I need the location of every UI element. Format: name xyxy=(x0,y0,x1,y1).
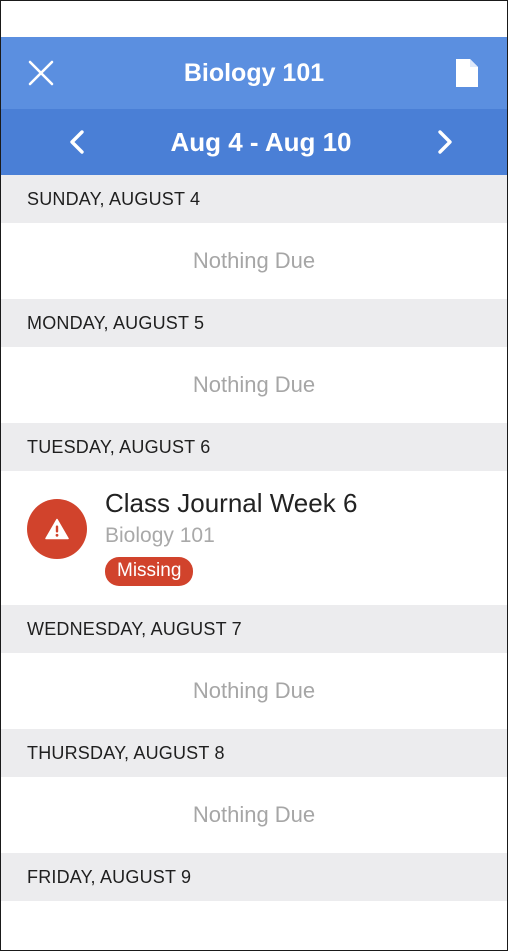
missing-alert-badge xyxy=(27,499,87,559)
day-header-tuesday: TUESDAY, AUGUST 6 xyxy=(1,423,507,471)
assignment-course: Biology 101 xyxy=(105,524,215,547)
day-header-wednesday: WEDNESDAY, AUGUST 7 xyxy=(1,605,507,653)
day-header-thursday: THURSDAY, AUGUST 8 xyxy=(1,729,507,777)
day-header-sunday: SUNDAY, AUGUST 4 xyxy=(1,175,507,223)
week-range-label: Aug 4 - Aug 10 xyxy=(170,126,352,157)
assignment-item[interactable]: Class Journal Week 6 Biology 101 Missing xyxy=(1,471,507,605)
alert-icon xyxy=(45,518,69,540)
nothing-due-text: Nothing Due xyxy=(1,347,507,423)
day-header-friday: FRIDAY, AUGUST 9 xyxy=(1,853,507,901)
nothing-due-text: Nothing Due xyxy=(1,223,507,299)
nothing-due-text: Nothing Due xyxy=(1,777,507,853)
week-navigation-bar: Aug 4 - Aug 10 xyxy=(1,109,507,175)
close-button[interactable] xyxy=(23,55,59,91)
missing-status-badge: Missing xyxy=(105,557,194,586)
assignment-title: Class Journal Week 6 xyxy=(105,488,358,518)
assignment-details: Class Journal Week 6 Biology 101 Missing xyxy=(105,487,357,586)
close-icon xyxy=(28,60,54,86)
next-week-button[interactable] xyxy=(427,124,463,160)
syllabus-button[interactable] xyxy=(449,55,485,91)
day-header-monday: MONDAY, AUGUST 5 xyxy=(1,299,507,347)
chevron-right-icon xyxy=(438,130,452,154)
title-bar: Biology 101 xyxy=(1,37,507,109)
nothing-due-text: Nothing Due xyxy=(1,653,507,729)
document-icon xyxy=(456,59,478,87)
friday-content xyxy=(1,901,507,950)
status-area xyxy=(1,1,507,37)
app-frame: Biology 101 Aug 4 - Aug 10 SUNDAY, AUGUS… xyxy=(0,0,508,951)
page-title: Biology 101 xyxy=(183,58,325,87)
previous-week-button[interactable] xyxy=(59,124,95,160)
chevron-left-icon xyxy=(70,130,84,154)
